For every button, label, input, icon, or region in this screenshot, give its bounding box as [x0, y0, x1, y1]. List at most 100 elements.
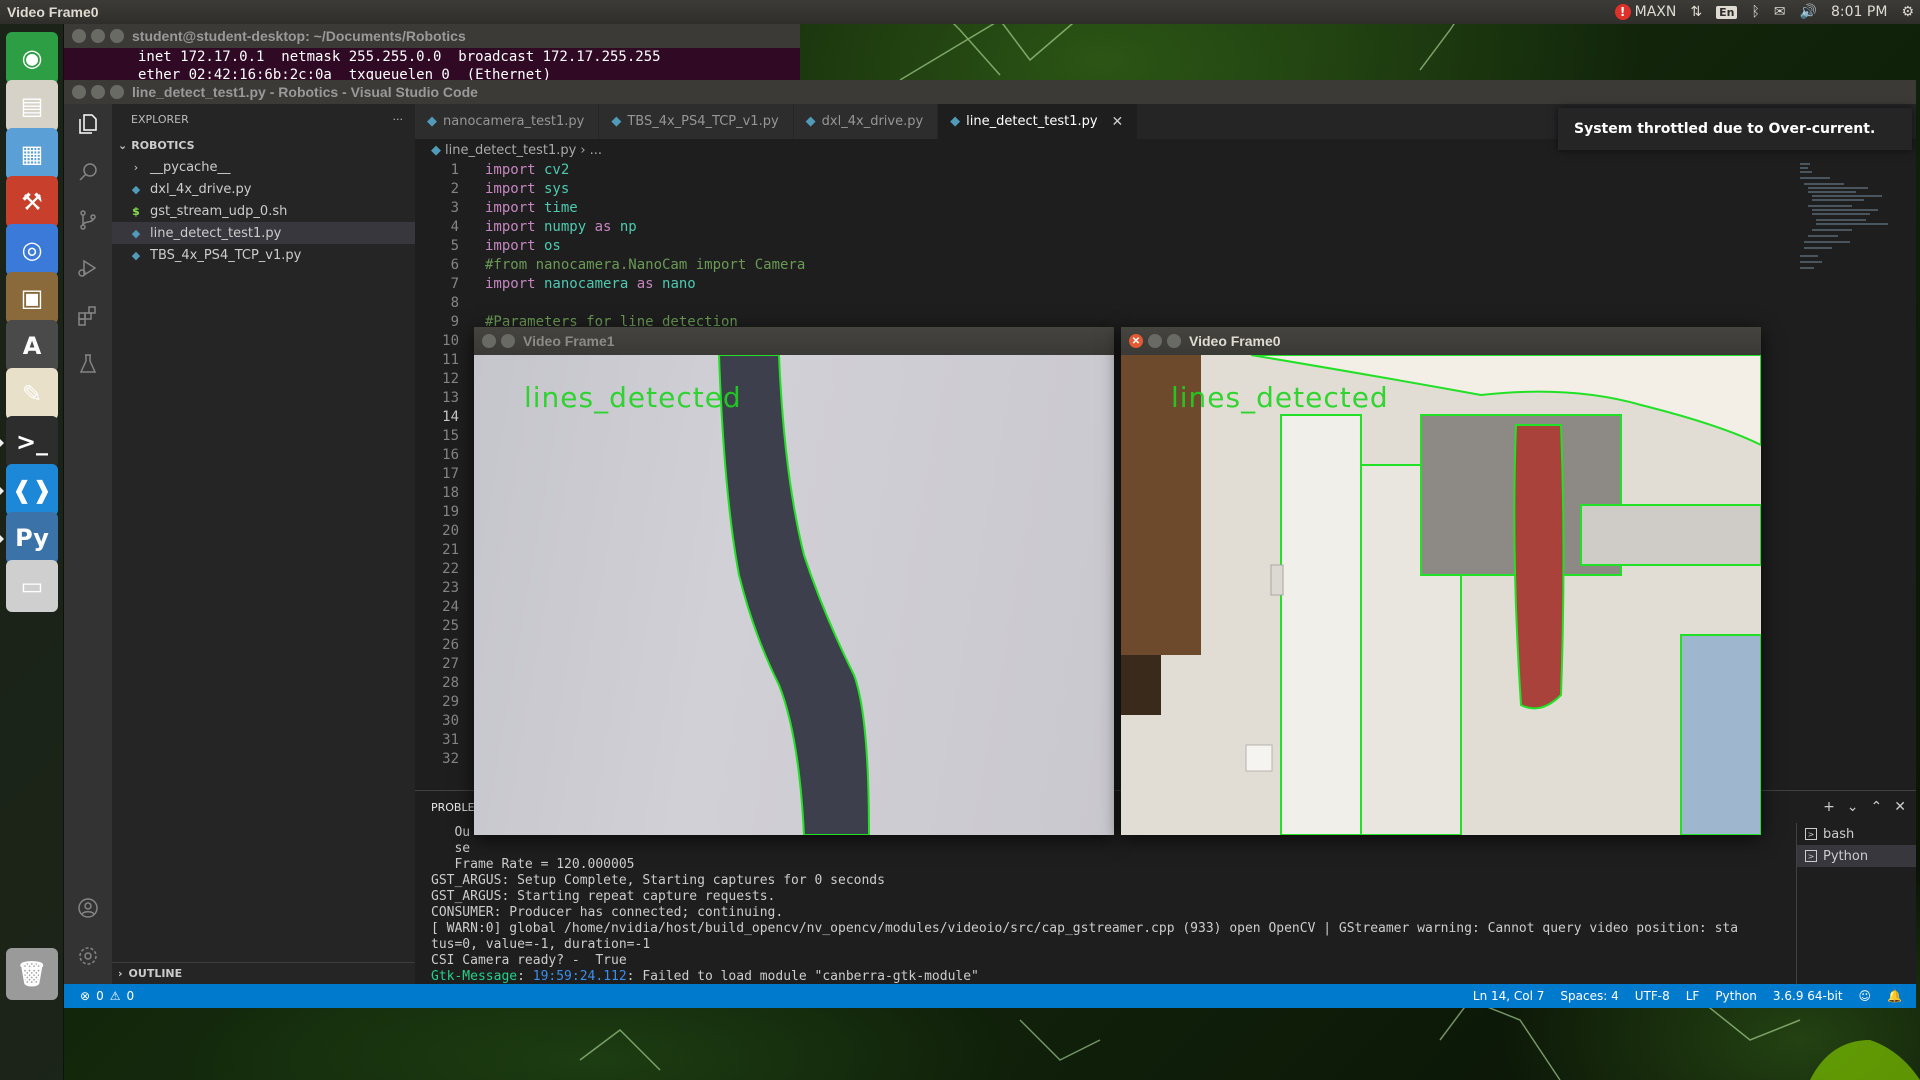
code-line[interactable]: 3 import time — [415, 199, 1916, 218]
code-token: import — [485, 181, 536, 197]
account-icon[interactable] — [76, 896, 100, 920]
indentation[interactable]: Spaces: 4 — [1560, 989, 1618, 1003]
close-icon[interactable] — [72, 85, 86, 99]
testing-flask-icon[interactable] — [76, 352, 100, 376]
line-number: 26 — [442, 637, 459, 653]
close-icon[interactable] — [482, 334, 496, 348]
close-icon[interactable]: ✕ — [1129, 334, 1143, 348]
tree-item[interactable]: › __pycache__ — [112, 156, 415, 178]
code-line[interactable]: 8 — [415, 294, 1916, 313]
code-token: import — [485, 162, 536, 178]
throttle-notification[interactable]: System throttled due to Over-current. — [1558, 108, 1912, 150]
more-actions-icon[interactable]: ··· — [393, 113, 404, 126]
files-icon[interactable]: ▤ — [6, 80, 58, 132]
code-text: import sys — [459, 180, 569, 199]
video-frame1-titlebar[interactable]: Video Frame1 — [474, 327, 1114, 355]
editor-tab[interactable]: ◆ TBS_4x_PS4_TCP_v1.py — [599, 104, 794, 139]
editor-tab[interactable]: ◆ dxl_4x_drive.py — [793, 104, 939, 139]
terminal-instance-label: bash — [1823, 826, 1855, 842]
ubuntu-home-icon[interactable]: ◉ — [6, 32, 58, 84]
maximize-panel-icon[interactable]: ⌃ — [1871, 799, 1883, 815]
minimize-icon[interactable] — [91, 85, 105, 99]
drive-icon[interactable]: ▭ — [6, 560, 58, 612]
language-mode[interactable]: Python — [1715, 989, 1757, 1003]
chevron-down-icon[interactable]: ⌄ — [1847, 799, 1859, 815]
problems-tab[interactable]: PROBLE — [431, 801, 475, 814]
clock[interactable]: 8:01 PM — [1831, 4, 1887, 20]
feedback-icon[interactable]: ☺ — [1859, 989, 1872, 1003]
tree-item[interactable]: ◆ dxl_4x_drive.py — [112, 178, 415, 200]
tree-item[interactable]: ◆ line_detect_test1.py — [112, 222, 415, 244]
text-editor-icon[interactable]: ✎ — [6, 368, 58, 420]
close-icon[interactable]: ✕ — [1112, 114, 1124, 130]
minimize-icon[interactable] — [1148, 334, 1162, 348]
add-terminal-icon[interactable]: + — [1823, 799, 1835, 815]
code-token: import — [485, 276, 536, 292]
maximize-icon[interactable] — [110, 29, 124, 43]
minimize-icon[interactable] — [91, 29, 105, 43]
vscode-icon[interactable]: ❰❱ — [0, 464, 58, 516]
python-interpreter[interactable]: 3.6.9 64-bit — [1773, 989, 1843, 1003]
terminal-instance[interactable]: > Python — [1797, 845, 1916, 867]
video-frame0-titlebar[interactable]: ✕ Video Frame0 — [1121, 327, 1761, 355]
vscode-titlebar[interactable]: line_detect_test1.py - Robotics - Visual… — [64, 80, 1916, 104]
editor-tab[interactable]: ◆ nanocamera_test1.py — [415, 104, 600, 139]
encoding[interactable]: UTF-8 — [1635, 989, 1670, 1003]
bell-icon[interactable]: 🔔 — [1887, 989, 1902, 1003]
maximize-icon[interactable] — [110, 85, 124, 99]
power-mode-indicator[interactable]: ! MAXN — [1614, 4, 1676, 20]
workspace-folder-header[interactable]: ⌄ ROBOTICS — [112, 134, 415, 156]
close-icon[interactable] — [72, 29, 86, 43]
video-frame1-window[interactable]: Video Frame1 lines_detected — [474, 327, 1114, 835]
status-right: Ln 14, Col 7 Spaces: 4 UTF-8 LF Python 3… — [1473, 984, 1902, 1008]
explorer-header: EXPLORER ··· — [112, 104, 415, 134]
search-icon[interactable] — [76, 160, 100, 184]
gear-icon[interactable]: ⚙ — [1901, 4, 1914, 20]
archive-icon[interactable]: ▦ — [6, 128, 58, 180]
system-settings-icon[interactable]: ⚒ — [6, 176, 58, 228]
mail-icon[interactable]: ✉ — [1774, 4, 1786, 20]
map-files-icon[interactable]: ▣ — [6, 272, 58, 324]
terminal-window[interactable]: student@student-desktop: ~/Documents/Rob… — [64, 24, 800, 83]
code-text: import numpy as np — [459, 218, 637, 237]
tree-item[interactable]: ◆ TBS_4x_PS4_TCP_v1.py — [112, 244, 415, 266]
manage-gear-icon[interactable] — [76, 944, 100, 968]
run-debug-icon[interactable] — [76, 256, 100, 280]
software-updater-icon[interactable]: A — [6, 320, 58, 372]
volume-icon[interactable]: 🔊 — [1800, 4, 1817, 20]
terminal-instance[interactable]: > bash — [1797, 823, 1916, 845]
minimize-icon[interactable] — [501, 334, 515, 348]
outline-section[interactable]: › OUTLINE — [112, 962, 415, 984]
breadcrumb-file[interactable]: line_detect_test1.py — [445, 143, 576, 158]
code-line[interactable]: 5 import os — [415, 237, 1916, 256]
terminal-icon[interactable]: >_ — [0, 416, 58, 468]
python-icon[interactable]: Py — [0, 512, 58, 564]
code-line[interactable]: 2 import sys — [415, 180, 1916, 199]
source-control-icon[interactable] — [76, 208, 100, 232]
cursor-position[interactable]: Ln 14, Col 7 — [1473, 989, 1545, 1003]
code-line[interactable]: 7 import nanocamera as nano — [415, 275, 1916, 294]
extensions-icon[interactable] — [76, 304, 100, 328]
code-line[interactable]: 1 import cv2 — [415, 161, 1916, 180]
error-count: 0 — [96, 989, 104, 1003]
close-icon[interactable]: ✕ — [1894, 799, 1906, 815]
minimap[interactable] — [1796, 161, 1916, 301]
breadcrumb-symbols[interactable]: ... — [590, 143, 602, 158]
trash-icon[interactable]: 🗑 — [6, 948, 58, 1000]
terminal-titlebar[interactable]: student@student-desktop: ~/Documents/Rob… — [64, 24, 800, 48]
bluetooth-icon[interactable]: ᛒ — [1751, 4, 1759, 20]
explorer-icon[interactable] — [76, 112, 100, 136]
code-line[interactable]: 4 import numpy as np — [415, 218, 1916, 237]
tree-item[interactable]: $ gst_stream_udp_0.sh — [112, 200, 415, 222]
chromium-icon[interactable]: ◎ — [6, 224, 58, 276]
network-icon[interactable]: ⇅ — [1690, 4, 1702, 20]
end-of-line[interactable]: LF — [1686, 989, 1700, 1003]
keyboard-layout-indicator[interactable]: En — [1716, 5, 1738, 19]
code-line[interactable]: 6 #from nanocamera.NanoCam import Camera — [415, 256, 1916, 275]
video-frame0-window[interactable]: ✕ Video Frame0 lines_detected — [1121, 327, 1761, 835]
problems-status[interactable]: ⊗ 0 ⚠ 0 — [64, 989, 134, 1003]
editor-tab[interactable]: ◆ line_detect_test1.py ✕ — [938, 104, 1139, 139]
maximize-icon[interactable] — [1167, 334, 1181, 348]
terminal-output[interactable]: Ou se Frame Rate = 120.000005 GST_ARGUS: … — [431, 825, 1738, 1004]
gtk-separator: : — [517, 969, 533, 984]
